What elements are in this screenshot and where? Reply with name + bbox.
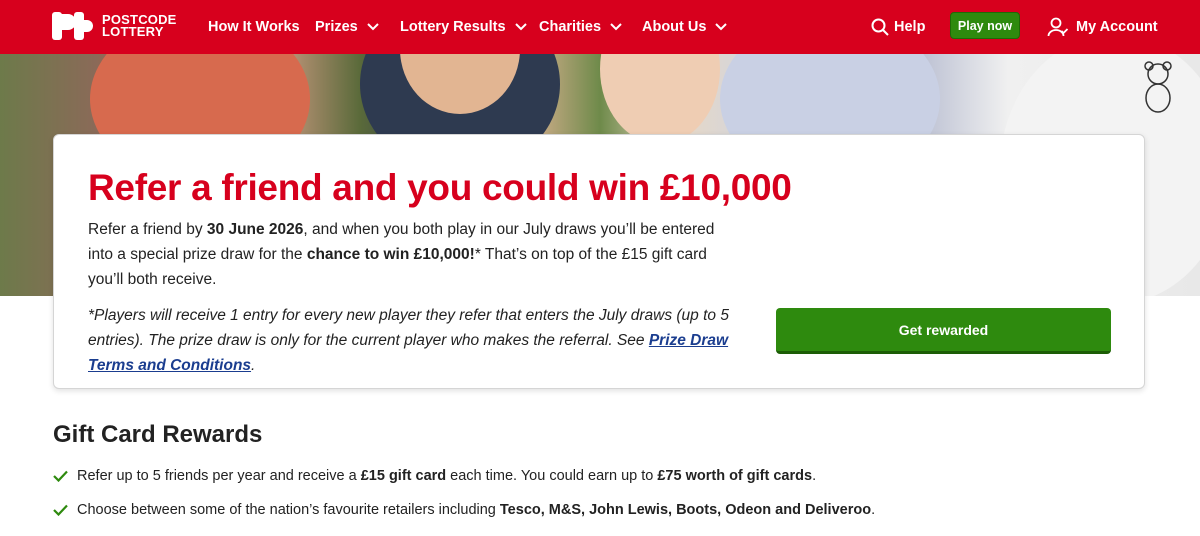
refer-friend-card: Refer a friend and you could win £10,000… (53, 134, 1145, 389)
my-account-link[interactable]: My Account (1047, 0, 1158, 54)
gift-card-rewards-heading: Gift Card Rewards (53, 421, 263, 448)
promo-intro: Refer a friend by 30 June 2026, and when… (88, 221, 715, 288)
logo-text-line2: LOTTERY (102, 24, 164, 39)
nav-prizes[interactable]: Prizes (315, 0, 379, 54)
top-nav: POSTCODE LOTTERY How It Works Prizes Lot… (0, 0, 1200, 54)
play-now-button[interactable]: Play now (950, 12, 1020, 39)
hero-person-4 (600, 54, 720, 144)
user-icon (1047, 17, 1069, 37)
checkmark-icon (53, 504, 68, 516)
nav-charities[interactable]: Charities (539, 0, 622, 54)
search-icon (871, 18, 889, 36)
promo-title: Refer a friend and you could win £10,000 (88, 167, 792, 208)
nav-about-us[interactable]: About Us (642, 0, 728, 54)
nav-lottery-results[interactable]: Lottery Results (400, 0, 527, 54)
chevron-down-icon (715, 23, 728, 31)
get-rewarded-button[interactable]: Get rewarded (776, 308, 1111, 354)
gift-rewards-list: Refer up to 5 friends per year and recei… (53, 464, 875, 532)
chevron-down-icon (514, 23, 527, 31)
logo-mark-icon (52, 12, 96, 40)
chevron-down-icon (610, 23, 622, 31)
list-item: Choose between some of the nation’s favo… (53, 498, 875, 522)
help-link[interactable]: Help (871, 0, 925, 54)
postcode-lottery-logo[interactable]: POSTCODE LOTTERY (52, 12, 177, 40)
chevron-down-icon (367, 23, 379, 31)
list-item: Refer up to 5 friends per year and recei… (53, 464, 875, 488)
promo-terms-note: *Players will receive 1 entry for every … (88, 307, 729, 374)
teddy-bear-icon (1144, 61, 1172, 113)
nav-how-it-works[interactable]: How It Works (208, 0, 300, 54)
checkmark-icon (53, 470, 68, 482)
